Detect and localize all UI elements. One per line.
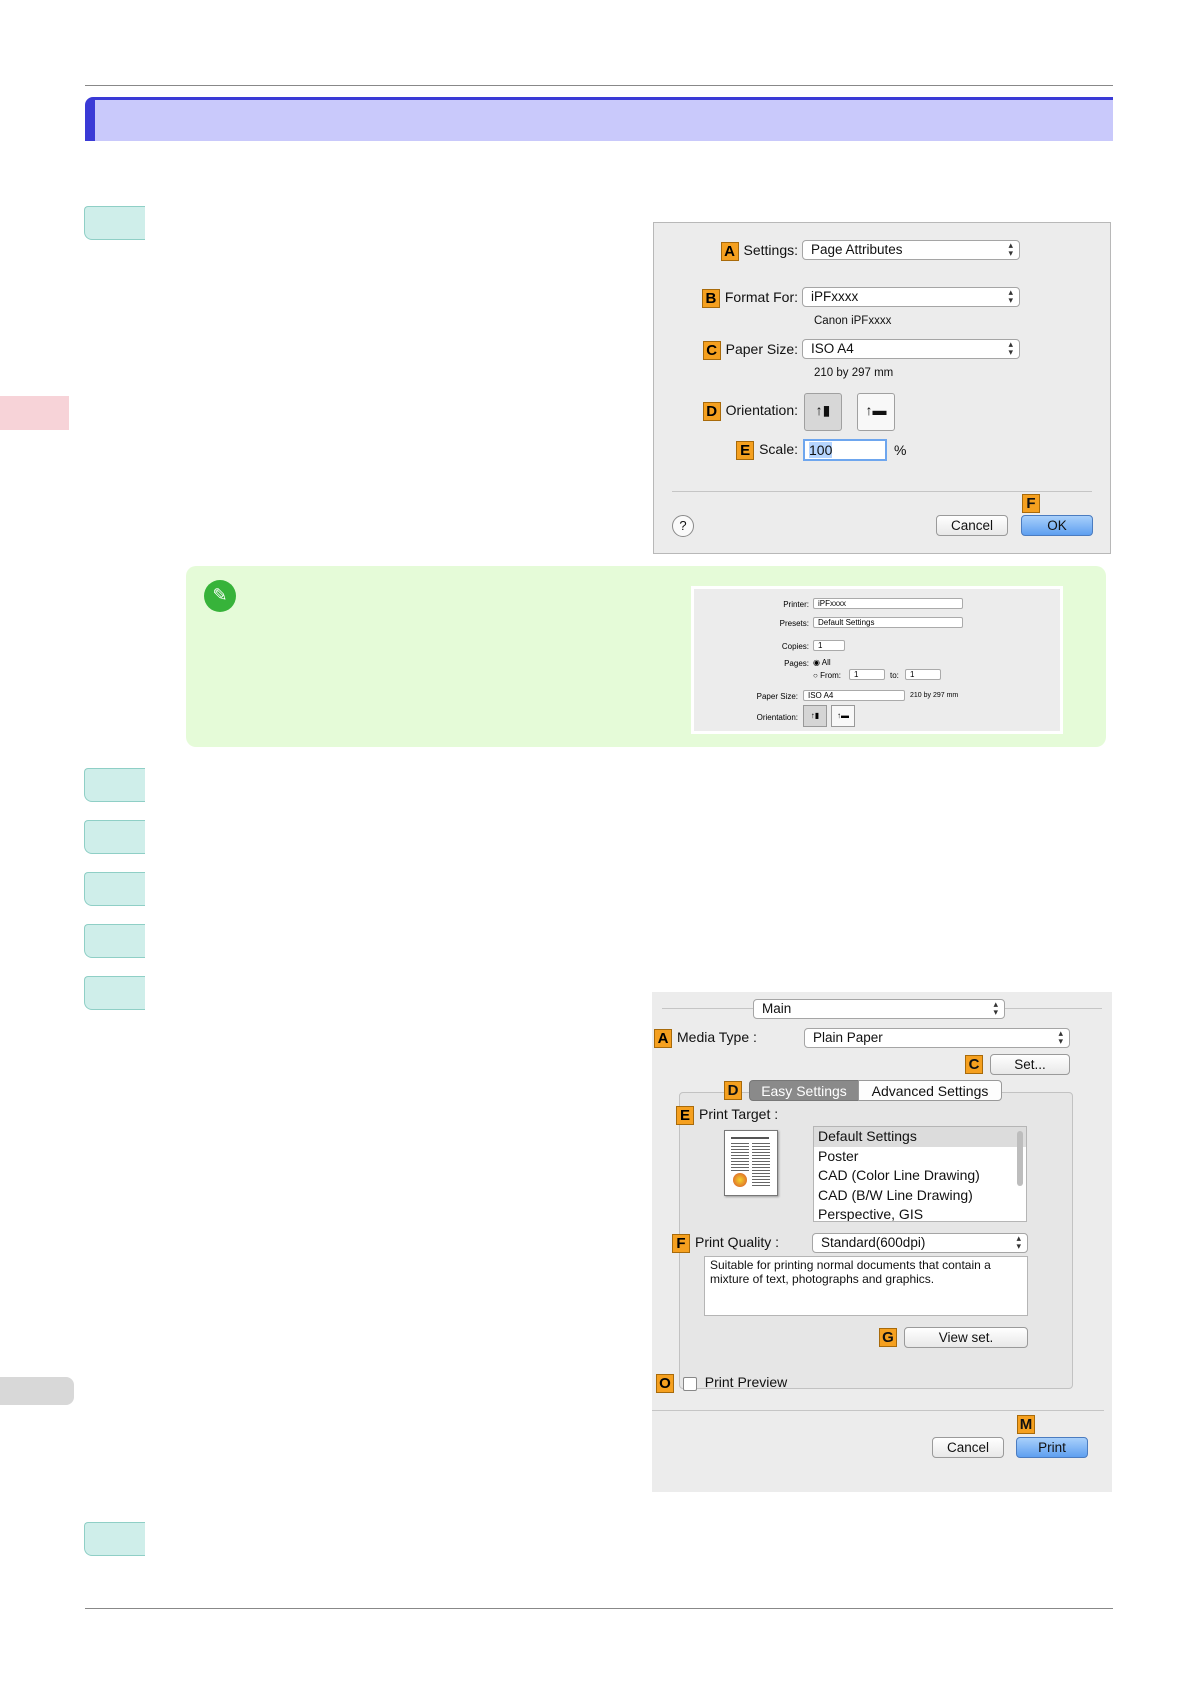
paper-size-label: C Paper Size: [702, 341, 798, 360]
side-tab-marker [0, 396, 69, 430]
settings-label: A Settings: [720, 242, 798, 261]
mini-presets-popup: Default Settings [813, 617, 963, 628]
mini-landscape-icon: ↑▬ [831, 705, 855, 727]
cancel-button[interactable]: Cancel [936, 515, 1008, 536]
print-dialog-thumbnail: Printer: iPFxxxx Presets: Default Settin… [691, 586, 1063, 734]
scale-input[interactable]: 100 [803, 439, 887, 461]
ok-button[interactable]: OK [1021, 515, 1093, 536]
mini-orientation-label: Orientation: [756, 713, 798, 722]
mini-paper-popup: ISO A4 [803, 690, 905, 701]
print-target-list[interactable]: Default Settings Poster CAD (Color Line … [813, 1126, 1027, 1222]
print-quality-popup[interactable]: Standard(600dpi) ▴ ▾ [812, 1233, 1028, 1253]
key-f: F [1022, 494, 1040, 513]
mini-printer-label: Printer: [783, 600, 809, 609]
mini-presets-label: Presets: [779, 619, 809, 628]
step-marker-1 [84, 206, 145, 240]
key-d: D [724, 1081, 742, 1100]
mini-copies-label: Copies: [781, 642, 809, 651]
list-item[interactable]: Perspective, GIS [814, 1205, 1026, 1221]
key-c: C [965, 1055, 983, 1074]
portrait-orientation-button[interactable]: ↑▮ [804, 393, 842, 431]
mini-paper-sub: 210 by 297 mm [910, 692, 959, 699]
tab-easy-settings[interactable]: Easy Settings [749, 1080, 859, 1101]
print-preview-option: O Print Preview [656, 1374, 787, 1393]
cancel-button[interactable]: Cancel [932, 1437, 1004, 1458]
chevron-updown-icon: ▴ ▾ [1008, 339, 1013, 357]
mini-to-input: 1 [905, 669, 941, 680]
step-marker-6 [84, 976, 145, 1010]
list-item[interactable]: Poster [814, 1147, 1026, 1167]
print-button[interactable]: Print [1016, 1437, 1088, 1458]
mini-pages-all: ◉ All [813, 658, 831, 667]
format-sub: Canon iPFxxxx [814, 315, 892, 327]
bottom-divider [652, 1410, 1104, 1411]
view-set-button[interactable]: View set. [904, 1327, 1028, 1348]
chevron-updown-icon: ▴ ▾ [1008, 240, 1013, 258]
mini-pages-label: Pages: [784, 659, 809, 668]
media-type-label: A Media Type : [654, 1029, 757, 1048]
mini-printer-popup: iPFxxxx [813, 598, 963, 609]
header-rule [85, 85, 1113, 86]
footer-rule [85, 1608, 1113, 1609]
orientation-label: D Orientation: [702, 402, 798, 421]
step-marker-3 [84, 820, 145, 854]
section-banner [85, 97, 1113, 141]
step-marker-7 [84, 1522, 145, 1556]
step-marker-5 [84, 924, 145, 958]
list-item[interactable]: CAD (Color Line Drawing) [814, 1166, 1026, 1186]
panel-popup[interactable]: Main ▴ ▾ [753, 999, 1005, 1019]
step-marker-2 [84, 768, 145, 802]
media-type-popup[interactable]: Plain Paper ▴ ▾ [804, 1028, 1070, 1048]
list-item[interactable]: CAD (B/W Line Drawing) [814, 1186, 1026, 1206]
dialog-divider [672, 491, 1092, 492]
document-preview-icon [724, 1130, 778, 1196]
chevron-updown-icon: ▴ ▾ [1016, 1233, 1021, 1251]
mini-to-label: to: [890, 671, 899, 680]
set-button[interactable]: Set... [990, 1054, 1070, 1075]
print-dialog: Main ▴ ▾ A Media Type : Plain Paper ▴ ▾ C S… [652, 992, 1112, 1492]
format-popup[interactable]: iPFxxxx ▴ ▾ [802, 287, 1020, 307]
landscape-orientation-button[interactable]: ↑▬ [857, 393, 895, 431]
mini-from-input: 1 [849, 669, 885, 680]
chevron-updown-icon: ▴ ▾ [1058, 1028, 1063, 1046]
list-item[interactable]: Default Settings [814, 1127, 1026, 1147]
paper-size-sub: 210 by 297 mm [814, 367, 894, 379]
quality-description: Suitable for printing normal documents t… [704, 1256, 1028, 1316]
tab-advanced-settings[interactable]: Advanced Settings [858, 1080, 1002, 1101]
mini-paper-label: Paper Size: [756, 692, 798, 701]
help-icon[interactable]: ? [672, 515, 694, 537]
print-preview-checkbox[interactable] [682, 1376, 697, 1391]
print-target-label: E Print Target : [676, 1106, 778, 1125]
chevron-updown-icon: ▴ ▾ [993, 999, 998, 1017]
pencil-note-icon: ✎ [204, 580, 236, 612]
side-tab-marker-gray [0, 1377, 74, 1405]
mini-portrait-icon: ↑▮ [803, 705, 827, 727]
step-marker-4 [84, 872, 145, 906]
key-m: M [1017, 1415, 1035, 1434]
mini-pages-from: ○ From: [813, 671, 841, 680]
scale-unit: % [894, 442, 907, 458]
portrait-icon: ↑▮ [815, 402, 831, 418]
settings-popup[interactable]: Page Attributes ▴ ▾ [802, 240, 1020, 260]
page-setup-dialog: A Settings: Page Attributes ▴ ▾ B Format Fo… [653, 222, 1111, 554]
mini-copies-input: 1 [813, 640, 845, 651]
landscape-icon: ↑▬ [865, 402, 887, 418]
chevron-updown-icon: ▴ ▾ [1008, 287, 1013, 305]
paper-size-popup[interactable]: ISO A4 ▴ ▾ [802, 339, 1020, 359]
format-label: B Format For: [701, 289, 798, 308]
key-g: G [879, 1328, 897, 1347]
print-quality-label: F Print Quality : [672, 1234, 779, 1253]
scale-label: E Scale: [736, 441, 798, 460]
list-scrollbar[interactable] [1017, 1131, 1023, 1186]
